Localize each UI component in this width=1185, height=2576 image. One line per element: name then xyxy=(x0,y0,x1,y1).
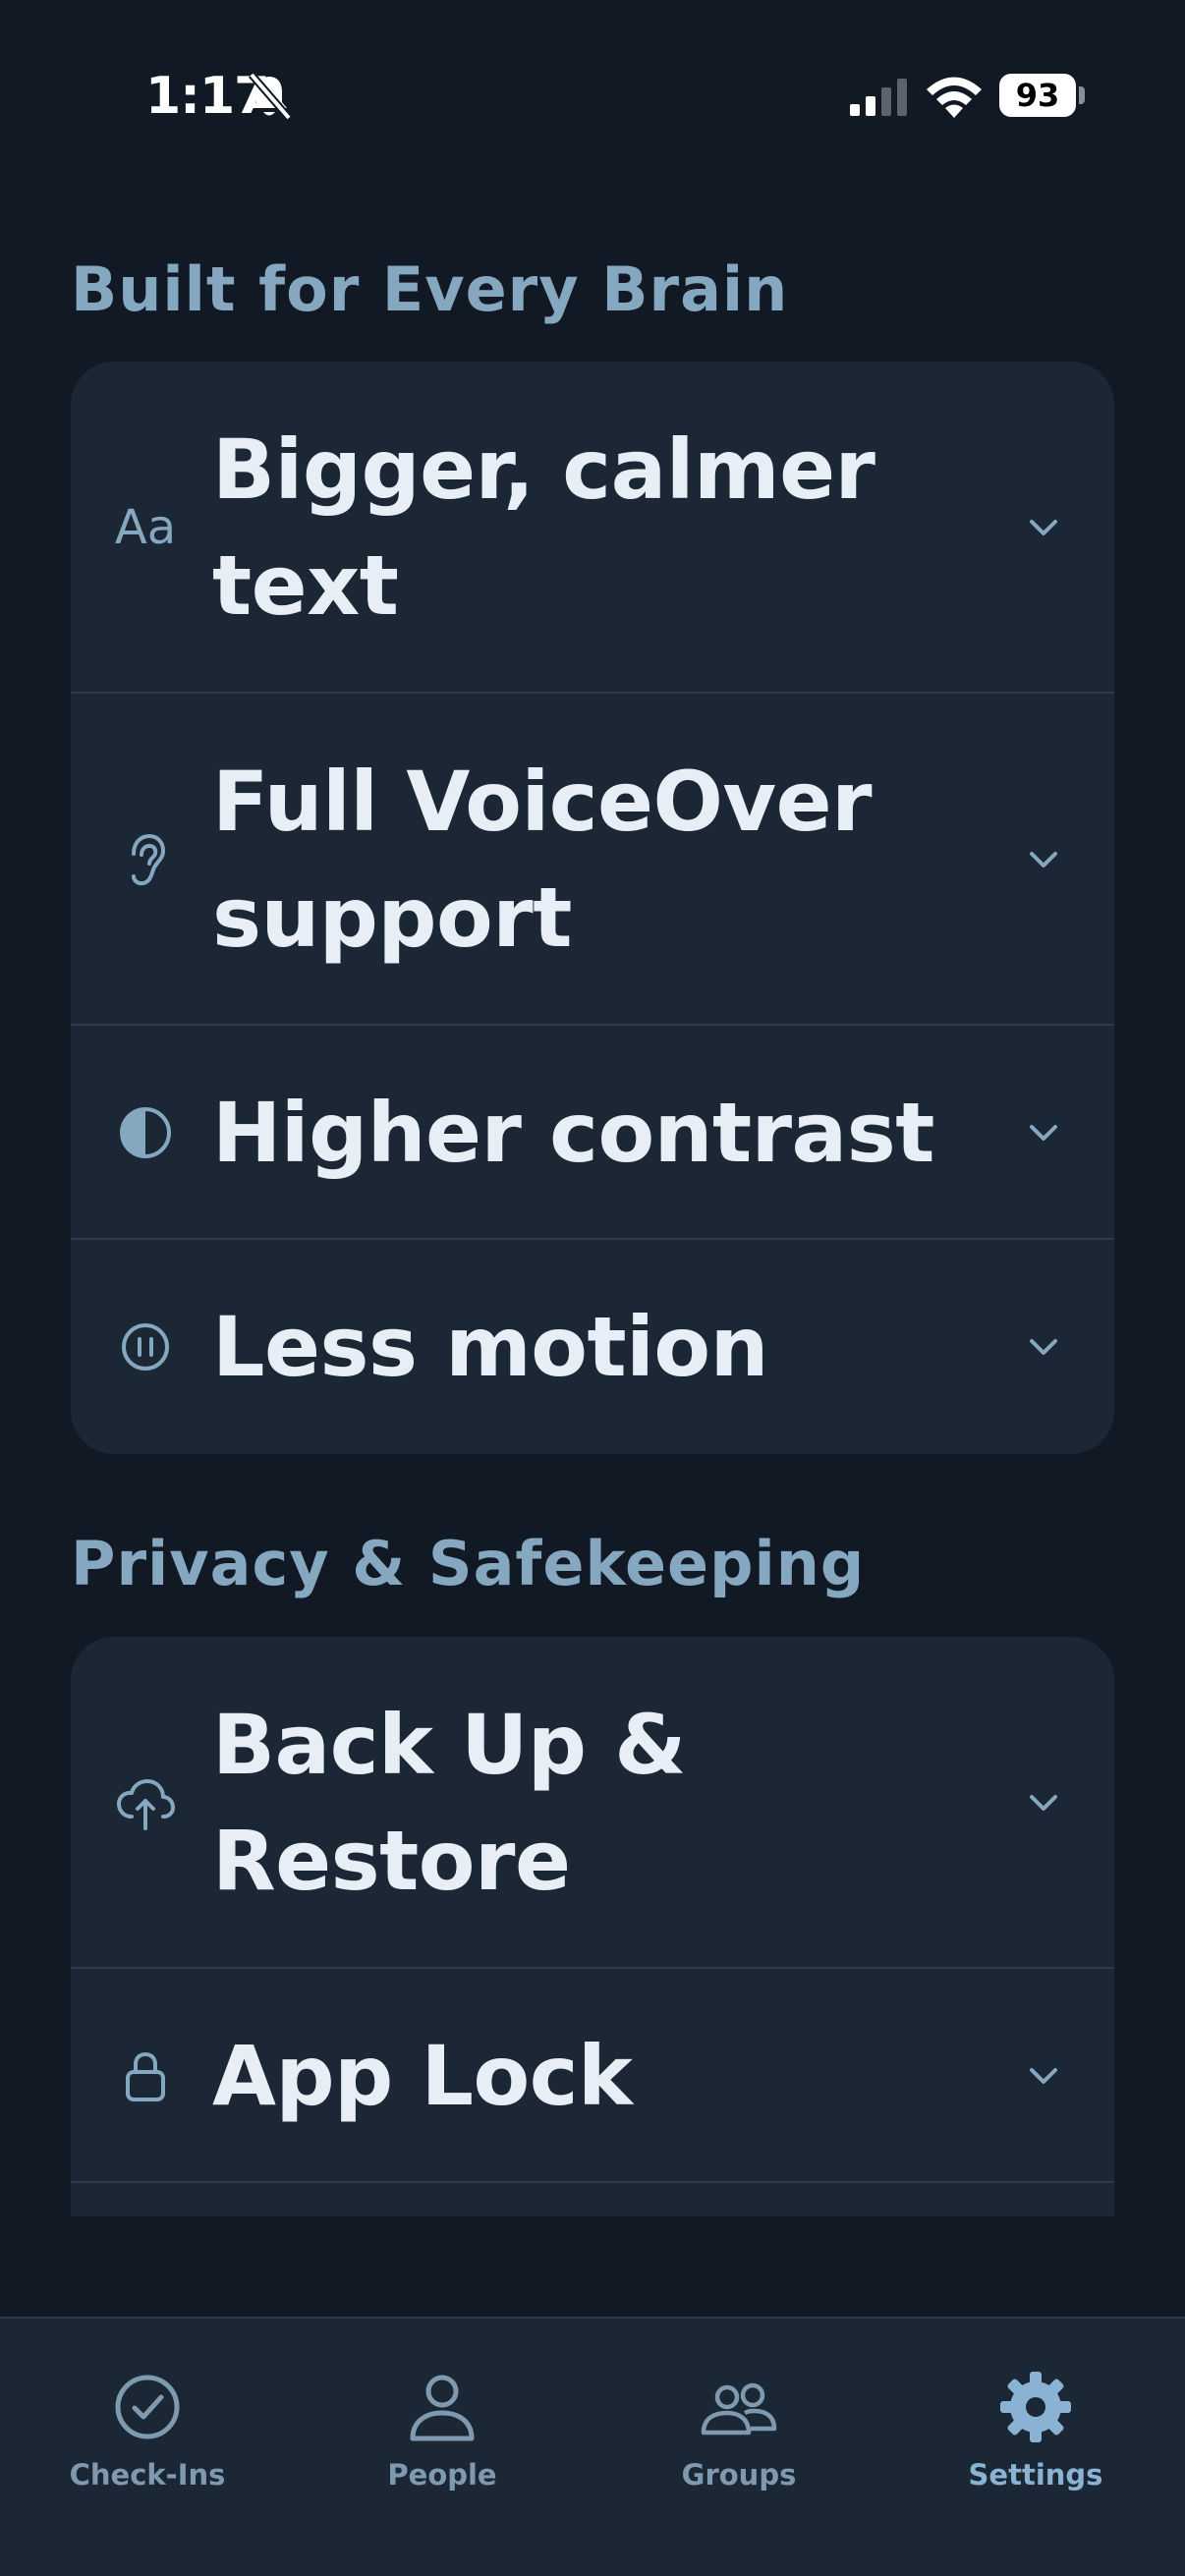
bell-slash-icon xyxy=(248,72,293,121)
row-less-motion[interactable]: Less motion xyxy=(71,1240,1114,1454)
row-label: Back Up & Restore xyxy=(212,1697,686,1909)
row-label: Bigger, calmer text xyxy=(212,421,875,634)
row-label: Less motion xyxy=(212,1299,768,1395)
row-higher-contrast[interactable]: Higher contrast xyxy=(71,1026,1114,1240)
ear-icon xyxy=(114,828,177,891)
cellular-signal-icon xyxy=(850,79,907,116)
battery-indicator: 93 xyxy=(999,74,1076,117)
gear-icon xyxy=(1000,2372,1071,2442)
tab-bar: Check-Ins People Groups Settings xyxy=(0,2317,1185,2576)
chevron-down-icon xyxy=(1030,1339,1057,1355)
status-bar: 1:17 93 xyxy=(0,0,1185,187)
row-label: App Lock xyxy=(212,2028,633,2124)
text-size-icon: Aa xyxy=(114,500,177,555)
row-app-lock[interactable]: App Lock xyxy=(71,1969,1114,2183)
checkmark-circle-icon xyxy=(115,2375,180,2439)
settings-screen: 1:17 93 Built for Every Brain Aa Bigger,… xyxy=(0,0,1185,2576)
lock-icon xyxy=(114,2044,177,2107)
row-bigger-calmer-text[interactable]: Aa Bigger, calmer text xyxy=(71,362,1114,694)
row-label: Full VoiceOver support xyxy=(212,754,873,966)
tab-label: People xyxy=(387,2458,497,2492)
group-icon xyxy=(701,2382,777,2436)
accessibility-card: Aa Bigger, calmer text Full VoiceOver su… xyxy=(71,362,1114,1454)
pause-icon xyxy=(114,1316,177,1378)
battery-nub xyxy=(1079,86,1085,104)
tab-label: Check-Ins xyxy=(69,2458,226,2492)
tab-label: Groups xyxy=(681,2458,797,2492)
cloud-upload-icon xyxy=(114,1771,177,1834)
person-icon xyxy=(410,2375,475,2441)
tab-groups[interactable]: Groups xyxy=(621,2368,857,2515)
row-label: Higher contrast xyxy=(212,1085,934,1181)
chevron-down-icon xyxy=(1030,1795,1057,1811)
section-title-accessibility: Built for Every Brain xyxy=(71,253,789,325)
row-full-voiceover-support[interactable]: Full VoiceOver support xyxy=(71,694,1114,1026)
chevron-down-icon xyxy=(1030,852,1057,868)
tab-label: Settings xyxy=(968,2458,1103,2492)
section-title-privacy: Privacy & Safekeeping xyxy=(71,1528,866,1599)
wifi-icon xyxy=(927,77,982,118)
contrast-icon xyxy=(114,1101,177,1164)
privacy-card: Back Up & Restore App Lock xyxy=(71,1637,1114,2216)
row-back-up-restore[interactable]: Back Up & Restore xyxy=(71,1637,1114,1969)
chevron-down-icon xyxy=(1030,1125,1057,1141)
chevron-down-icon xyxy=(1030,2068,1057,2084)
tab-check-ins[interactable]: Check-Ins xyxy=(29,2368,265,2515)
tab-settings[interactable]: Settings xyxy=(918,2368,1154,2515)
tab-people[interactable]: People xyxy=(324,2368,560,2515)
chevron-down-icon xyxy=(1030,520,1057,535)
